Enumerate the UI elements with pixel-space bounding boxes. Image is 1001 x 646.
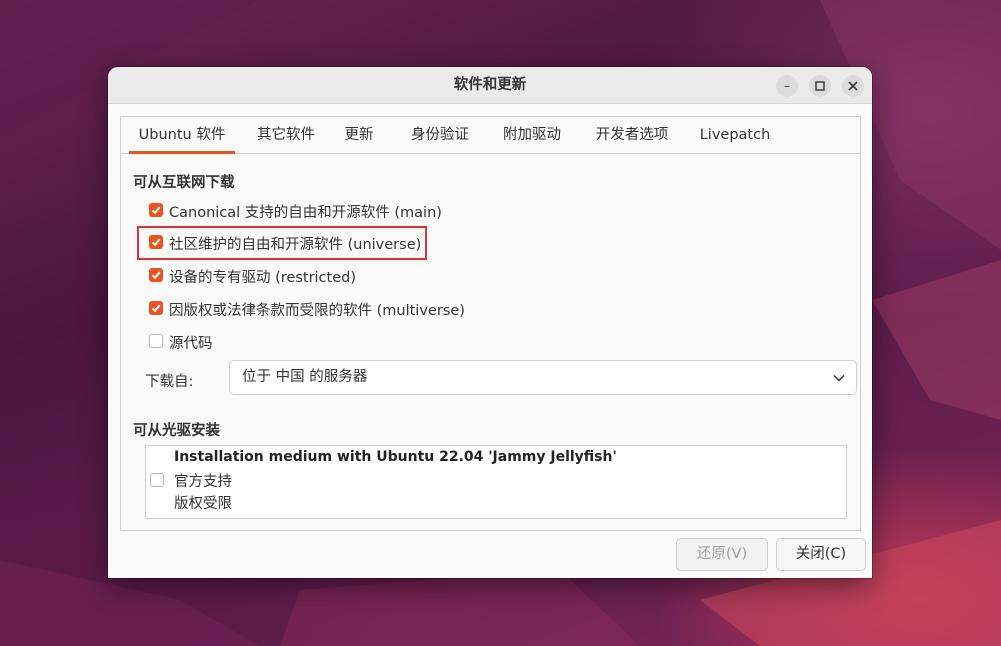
revert-button[interactable]: 还原(V) [676,538,768,571]
source-code-checkbox[interactable] [149,334,163,348]
close-icon [848,81,858,91]
internet-section-heading: 可从互联网下载 [133,175,235,191]
minimize-icon: – [784,79,790,93]
cdrom-checkbox[interactable] [150,473,164,487]
source-code-checkbox-label[interactable]: 源代码 [169,332,213,353]
checkmark-icon [151,271,161,280]
tab-other-software[interactable]: 其它软件 [249,117,323,153]
checkmark-icon [151,206,161,215]
multiverse-checkbox-label[interactable]: 因版权或法律条款而受限的软件 (multiverse) [169,299,465,320]
main-checkbox-label[interactable]: Canonical 支持的自由和开源软件 (main) [169,201,442,222]
cdrom-support-text: 官方支持 [174,474,232,490]
chevron-down-icon [833,374,845,382]
settings-panel: Ubuntu 软件 其它软件 更新 身份验证 附加驱动 开发者选项 Livepa… [120,116,861,531]
close-window-button[interactable] [842,75,864,97]
close-button[interactable]: 关闭(C) [776,538,866,571]
main-checkbox[interactable] [149,203,163,217]
tab-authentication[interactable]: 身份验证 [403,117,477,153]
tab-ubuntu-software[interactable]: Ubuntu 软件 [129,117,235,154]
maximize-button[interactable] [809,75,831,97]
tab-bar: Ubuntu 软件 其它软件 更新 身份验证 附加驱动 开发者选项 Livepa… [121,117,860,154]
download-server-dropdown[interactable]: 位于 中国 的服务器 [229,360,857,395]
tab-updates[interactable]: 更新 [337,117,381,153]
cdrom-list: Installation medium with Ubuntu 22.04 'J… [145,445,847,519]
cdrom-medium-title: Installation medium with Ubuntu 22.04 'J… [174,449,617,465]
cdrom-section-heading: 可从光驱安装 [133,423,220,439]
restricted-checkbox-label[interactable]: 设备的专有驱动 (restricted) [169,266,356,287]
download-server-value: 位于 中国 的服务器 [242,369,368,385]
universe-highlight-box [137,226,427,260]
restricted-checkbox[interactable] [149,268,163,282]
maximize-icon [815,81,825,91]
title-bar: 软件和更新 – [108,67,872,104]
minimize-button[interactable]: – [776,75,798,97]
multiverse-checkbox[interactable] [149,301,163,315]
tab-developer-options[interactable]: 开发者选项 [587,117,677,153]
cdrom-restricted-text: 版权受限 [174,496,232,512]
tab-livepatch[interactable]: Livepatch [697,117,773,153]
download-from-label: 下载自: [145,374,194,390]
window-title: 软件和更新 [453,77,527,93]
tab-additional-drivers[interactable]: 附加驱动 [495,117,569,153]
software-updates-window: 软件和更新 – Ubuntu 软件 其它软件 更新 身份验证 附加驱动 开发者选… [108,67,872,578]
checkmark-icon [151,304,161,313]
